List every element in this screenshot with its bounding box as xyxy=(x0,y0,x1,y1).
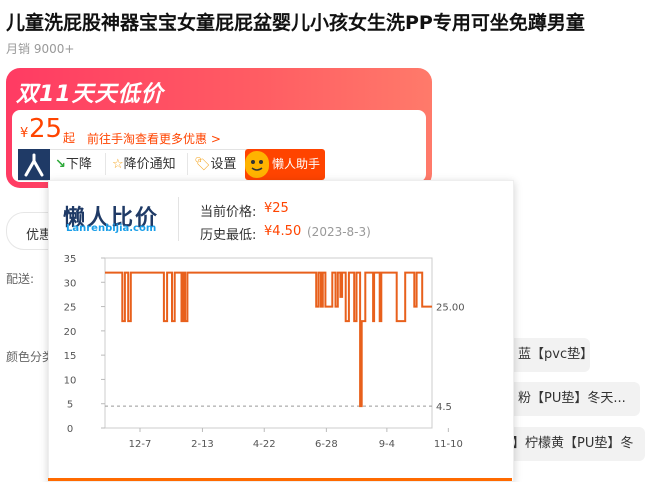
star-icon: ☆ xyxy=(112,157,124,172)
lowest-price-date: (2023-8-3) xyxy=(307,225,371,239)
toolbar-divider xyxy=(187,153,188,175)
settings-button[interactable]: 🏷设置 xyxy=(194,149,237,180)
price-series-line xyxy=(105,271,432,408)
x-tick-label: 4-22 xyxy=(253,439,276,450)
color-option-label: 蓝【pvc垫】 xyxy=(518,347,590,362)
lanren-logo-icon[interactable] xyxy=(18,149,50,180)
x-tick-label: 12-7 xyxy=(129,439,152,450)
color-option-label: 】柠檬黄【PU垫】冬 xyxy=(512,436,634,451)
lanrenbijia-url: Lanrenbijia.com xyxy=(66,223,157,234)
color-option-label: 粉【PU垫】冬天... xyxy=(518,391,626,406)
settings-label: 设置 xyxy=(210,157,237,172)
price-trend-down-button[interactable]: ↘下降 xyxy=(55,149,92,180)
y-tick-label: 5 xyxy=(67,400,73,411)
y-tick-label: 35 xyxy=(64,254,77,265)
value-annotation: 4.5 xyxy=(436,402,452,413)
tag-icon: 🏷 xyxy=(194,157,211,172)
toolbar-divider xyxy=(105,153,106,175)
lowest-price-value: ¥4.50 xyxy=(264,224,302,239)
value-annotation: 25.00 xyxy=(436,303,465,314)
price-alert-label: 降价通知 xyxy=(123,157,176,172)
y-tick-label: 0 xyxy=(67,424,73,435)
lowest-price-label: 历史最低: xyxy=(200,228,257,243)
x-tick-label: 11-10 xyxy=(434,439,463,450)
product-title: 儿童洗屁股神器宝宝女童屁屁盆婴儿小孩女生洗PP专用可坐免蹲男童 xyxy=(6,12,585,34)
current-price-label: 当前价格: xyxy=(200,205,257,220)
sales-count: 月销 9000+ xyxy=(6,42,75,56)
assistant-mascot-icon xyxy=(245,151,269,178)
x-tick-label: 9-4 xyxy=(379,439,395,450)
price-unit: 起 xyxy=(63,131,76,145)
promo-banner-title: 双11天天低价 xyxy=(16,82,164,107)
arrow-down-right-icon: ↘ xyxy=(55,157,66,172)
price-alert-button[interactable]: ☆降价通知 xyxy=(112,149,176,180)
current-price-value: ¥25 xyxy=(264,201,289,216)
x-tick-label: 2-13 xyxy=(191,439,214,450)
shipping-label: 配送: xyxy=(6,272,35,286)
lazy-assistant-label: 懒人助手 xyxy=(272,157,321,171)
price-currency: ¥ xyxy=(20,126,29,141)
price-value: 25 xyxy=(29,114,63,144)
color-category-label: 颜色分类 xyxy=(6,350,55,364)
plot-frame xyxy=(104,257,433,429)
trend-label: 下降 xyxy=(65,157,92,172)
more-discounts-link[interactable]: 前往手淘查看更多优惠 > xyxy=(87,130,221,147)
y-tick-label: 25 xyxy=(64,303,77,314)
x-tick-label: 6-28 xyxy=(315,439,338,450)
y-tick-label: 20 xyxy=(64,327,77,338)
y-tick-label: 30 xyxy=(64,278,77,289)
price-history-chart: 0 5 10 15 20 25 30 35 12-7 2-13 4-22 6-28 9-4 11-10 25… xyxy=(64,254,465,450)
y-tick-label: 15 xyxy=(64,351,77,362)
panel-divider xyxy=(178,197,179,241)
y-tick-label: 10 xyxy=(64,375,77,386)
